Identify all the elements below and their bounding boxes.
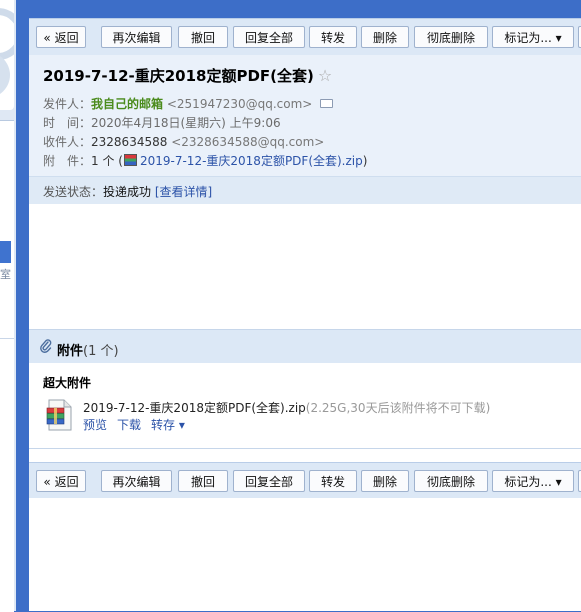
- zip-file-icon: [123, 154, 137, 166]
- save-to-dropdown[interactable]: 转存 ▾: [151, 418, 185, 432]
- from-label: 发件人：: [43, 97, 92, 111]
- left-clipped-text: 室: [0, 268, 11, 281]
- spacer: [29, 449, 581, 462]
- reedit-button[interactable]: 再次编辑: [101, 470, 172, 492]
- recipient-address: <2328634588@qq.com>: [171, 135, 325, 149]
- back-button[interactable]: « 返回: [36, 470, 86, 492]
- from-row: 发件人：我自己的邮箱 <251947230@qq.com>: [43, 95, 334, 112]
- attachment-file-name: 2019-7-12-重庆2018定额PDF(全套).zip(2.25G,30天后…: [83, 399, 490, 416]
- download-link[interactable]: 下载: [117, 418, 141, 432]
- time-value: 2020年4月18日(星期六) 上午9:06: [91, 116, 281, 130]
- forward-button[interactable]: 转发: [309, 26, 357, 48]
- send-status-row: 发送状态：投递成功 [查看详情]: [29, 176, 581, 205]
- attachments-list: 超大附件 2019-7-12-重庆2018定额PDF(全套).zip(2.25G…: [29, 363, 581, 449]
- view-details-link[interactable]: [查看详情]: [155, 185, 212, 199]
- reedit-button[interactable]: 再次编辑: [101, 26, 172, 48]
- mail-subject: 2019-7-12-重庆2018定额PDF(全套) ☆: [43, 65, 332, 86]
- attachments-header: 附件(1 个): [29, 329, 581, 364]
- attachments-title: 附件(1 个): [57, 340, 119, 359]
- recall-button[interactable]: 撤回: [178, 26, 228, 48]
- zip-archive-icon[interactable]: [45, 399, 73, 431]
- forward-button[interactable]: 转发: [309, 470, 357, 492]
- left-logo-area: [0, 0, 14, 110]
- left-folder-panel: [0, 120, 14, 612]
- send-status: 发送状态：投递成功 [查看详情]: [43, 183, 212, 200]
- subject-text: 2019-7-12-重庆2018定额PDF(全套): [43, 67, 314, 85]
- delete-button[interactable]: 删除: [361, 26, 409, 48]
- to-row: 收件人：2328634588 <2328634588@qq.com>: [43, 133, 324, 150]
- time-label: 时 间：: [43, 116, 92, 130]
- attachment-link[interactable]: 2019-7-12-重庆2018定额PDF(全套).zip: [140, 154, 363, 168]
- mail-read-panel: « 返回 再次编辑 撤回 回复全部 转发 删除 彻底删除 标记为... ▾ 20…: [29, 18, 581, 611]
- delete-permanently-button[interactable]: 彻底删除: [414, 470, 488, 492]
- reply-all-button[interactable]: 回复全部: [233, 470, 305, 492]
- bottom-blank-area: [29, 498, 581, 611]
- reply-all-button[interactable]: 回复全部: [233, 26, 305, 48]
- time-row: 时 间：2020年4月18日(星期六) 上午9:06: [43, 114, 281, 131]
- delete-button[interactable]: 删除: [361, 470, 409, 492]
- paperclip-icon: [40, 339, 52, 357]
- recall-button[interactable]: 撤回: [178, 470, 228, 492]
- attachment-count: 1 个 (: [91, 154, 123, 168]
- attachments-count: (1 个): [83, 344, 119, 359]
- back-button[interactable]: « 返回: [36, 26, 86, 48]
- preview-link[interactable]: 预览: [83, 418, 107, 432]
- top-toolbar: « 返回 再次编辑 撤回 回复全部 转发 删除 彻底删除 标记为... ▾: [29, 18, 581, 56]
- attachment-actions: 预览 下载 转存 ▾: [83, 416, 195, 433]
- status-value: 投递成功: [103, 185, 152, 199]
- file-size-note: (2.25G,30天后该附件将不可下载): [305, 401, 491, 415]
- star-icon[interactable]: ☆: [318, 66, 332, 85]
- mark-as-dropdown[interactable]: 标记为... ▾: [492, 26, 574, 48]
- mail-body: [29, 204, 581, 329]
- left-divider: [0, 338, 14, 339]
- sender-name[interactable]: 我自己的邮箱: [91, 97, 163, 111]
- left-selected-folder[interactable]: [0, 241, 11, 263]
- super-attachment-label: 超大附件: [43, 376, 92, 390]
- attachment-row: 附 件：1 个 ( 2019-7-12-重庆2018定额PDF(全套).zip): [43, 152, 367, 169]
- attachment-close-paren: ): [362, 154, 368, 168]
- sender-address: <251947230@qq.com>: [166, 97, 313, 111]
- bottom-toolbar: « 返回 再次编辑 撤回 回复全部 转发 删除 彻底删除 标记为... ▾: [29, 462, 581, 500]
- contact-card-icon[interactable]: [320, 99, 334, 108]
- file-name-text[interactable]: 2019-7-12-重庆2018定额PDF(全套).zip: [83, 401, 306, 415]
- status-label: 发送状态：: [43, 185, 104, 199]
- attachments-title-text: 附件: [57, 344, 84, 359]
- recipient-name[interactable]: 2328634588: [91, 135, 167, 149]
- logo-decoration: [0, 8, 14, 60]
- mark-as-dropdown[interactable]: 标记为... ▾: [492, 470, 574, 492]
- to-label: 收件人：: [43, 135, 92, 149]
- delete-permanently-button[interactable]: 彻底删除: [414, 26, 488, 48]
- attachment-label: 附 件：: [43, 154, 92, 168]
